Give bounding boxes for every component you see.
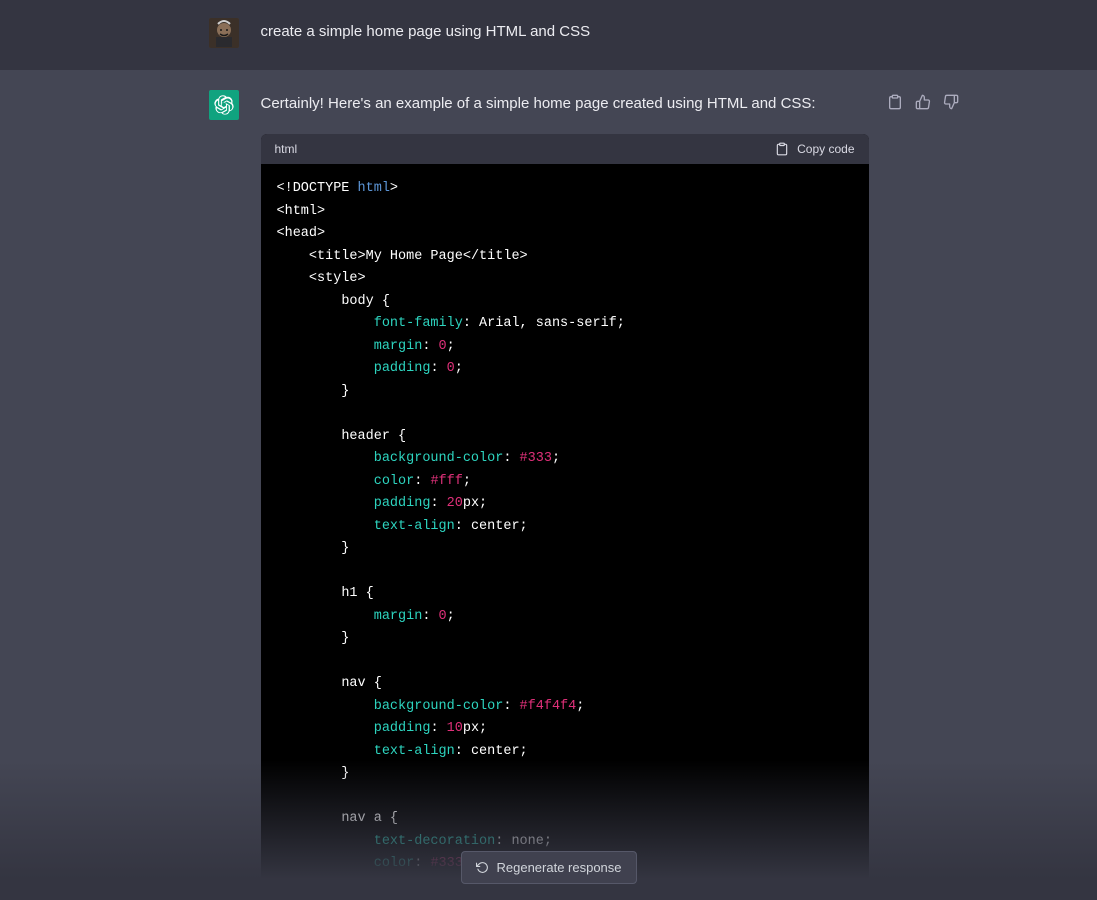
regenerate-button[interactable]: Regenerate response xyxy=(460,851,636,884)
user-message-row: create a simple home page using HTML and… xyxy=(0,0,1097,70)
copy-message-button[interactable] xyxy=(885,92,905,112)
user-avatar xyxy=(209,18,239,48)
regenerate-label: Regenerate response xyxy=(496,860,621,875)
clipboard-icon xyxy=(887,94,903,110)
assistant-intro-text: Certainly! Here's an example of a simple… xyxy=(261,90,869,116)
code-content[interactable]: <!DOCTYPE html> <html> <head> <title>My … xyxy=(261,164,869,899)
assistant-message-row: Certainly! Here's an example of a simple… xyxy=(0,70,1097,899)
copy-code-label: Copy code xyxy=(797,142,854,156)
code-block-header: html Copy code xyxy=(261,134,869,164)
thumbs-down-icon xyxy=(943,94,959,110)
user-message-text: create a simple home page using HTML and… xyxy=(261,18,591,48)
thumbs-up-button[interactable] xyxy=(913,92,933,112)
code-block: html Copy code <!DOCTYPE html> <html> <h… xyxy=(261,134,869,899)
copy-code-button[interactable]: Copy code xyxy=(775,142,854,156)
thumbs-up-icon xyxy=(915,94,931,110)
code-lang-label: html xyxy=(275,142,298,156)
assistant-avatar xyxy=(209,90,239,120)
clipboard-icon xyxy=(775,142,789,156)
thumbs-down-button[interactable] xyxy=(941,92,961,112)
message-actions xyxy=(885,92,961,112)
refresh-icon xyxy=(475,861,488,874)
